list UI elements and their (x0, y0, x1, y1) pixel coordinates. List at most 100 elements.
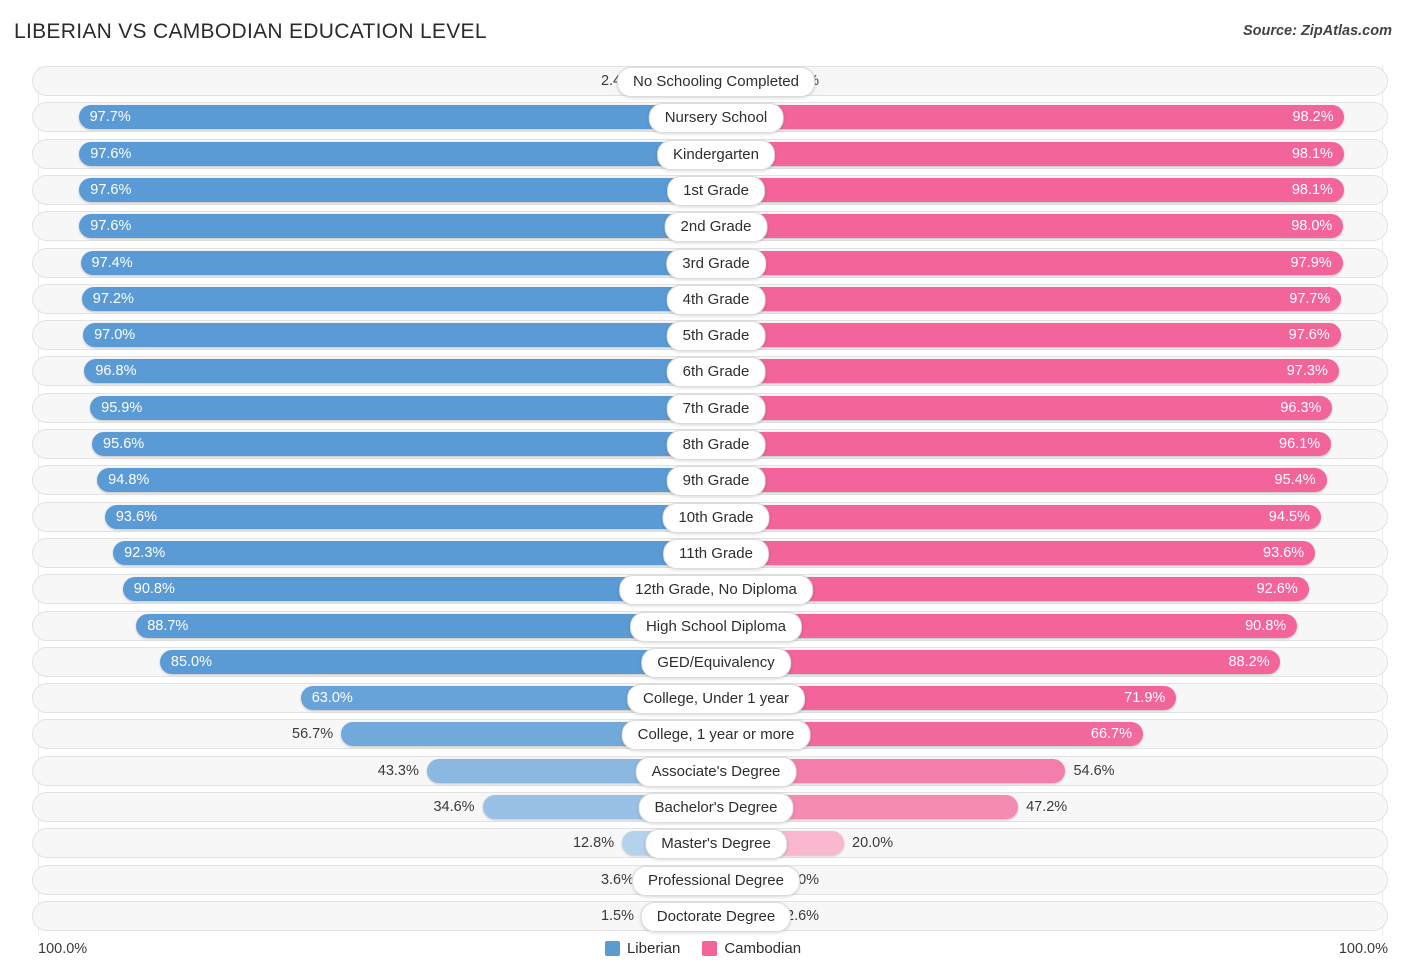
bar-liberian (160, 649, 704, 674)
value-label-liberian: 95.9% (101, 399, 143, 416)
chart-row: 1.5% 2.6% Doctorate Degree (32, 900, 1388, 932)
category-label: 9th Grade (666, 466, 766, 497)
chart-row: 95.6% 96.1% 8th Grade (32, 429, 1388, 460)
bar-cambodian (716, 432, 1332, 456)
bar-cambodian (716, 323, 1341, 348)
chart-row: 97.6% 98.1% 1st Grade (32, 174, 1388, 206)
value-label-cambodian: 98.1% (1291, 145, 1333, 162)
value-label-cambodian: 98.0% (1291, 218, 1333, 235)
bar-liberian (104, 504, 704, 529)
value-label-cambodian: 2.6% (786, 907, 820, 924)
bar-cambodian (716, 141, 1344, 166)
bar-cambodian (716, 286, 1342, 311)
bar-cambodian (716, 468, 1327, 493)
value-label-liberian: 92.3% (124, 544, 166, 561)
bar-cambodian (716, 649, 1281, 674)
bar-liberian (81, 286, 704, 311)
value-label-cambodian: 90.8% (1245, 617, 1287, 634)
value-label-cambodian: 93.6% (1263, 544, 1305, 561)
bar-cambodian (716, 214, 1344, 239)
chart-row: 12.8% 20.0% Master's Degree (32, 828, 1388, 860)
value-label-liberian: 90.8% (133, 581, 175, 598)
category-label: Master's Degree (645, 829, 787, 860)
legend-item-liberian[interactable]: Liberian (604, 940, 681, 957)
chart-row: 90.8% 92.6% 12th Grade, No Diploma (32, 574, 1388, 606)
chart-row: 92.3% 93.6% 11th Grade (32, 537, 1388, 569)
value-label-liberian: 96.8% (95, 363, 137, 380)
bar-liberian (84, 359, 704, 384)
bar-liberian (78, 105, 704, 130)
bar-liberian (79, 141, 704, 166)
category-label: 8th Grade (666, 430, 766, 460)
legend-label: Liberian (626, 940, 681, 957)
value-label-cambodian: 47.2% (1026, 799, 1068, 815)
bar-liberian (80, 250, 704, 275)
page-title: LIBERIAN VS CAMBODIAN EDUCATION LEVEL (14, 20, 487, 43)
value-label-cambodian: 98.1% (1291, 181, 1333, 198)
chart-row: 97.6% 98.1% Kindergarten (32, 138, 1388, 170)
bar-liberian (83, 323, 704, 348)
legend-label: Cambodian (724, 940, 802, 957)
chart-row: 97.7% 98.2% Nursery School (32, 102, 1388, 134)
value-label-cambodian: 97.3% (1286, 363, 1328, 380)
bar-cambodian (716, 177, 1344, 202)
value-label-liberian: 97.7% (89, 109, 131, 126)
bar-cambodian (716, 613, 1298, 638)
category-label: 11th Grade (663, 538, 769, 569)
legend-swatch-icon (604, 941, 620, 956)
value-label-cambodian: 97.6% (1288, 327, 1330, 344)
value-label-cambodian: 54.6% (1073, 762, 1115, 779)
chart-row: 56.7% 66.7% College, 1 year or more (32, 719, 1388, 751)
value-label-liberian: 97.2% (92, 290, 134, 307)
bar-liberian (136, 613, 704, 638)
bar-liberian (79, 214, 704, 239)
legend-item-cambodian[interactable]: Cambodian (702, 940, 801, 957)
value-label-cambodian: 96.3% (1280, 399, 1322, 416)
value-label-liberian: 85.0% (170, 653, 212, 670)
category-label: Kindergarten (657, 139, 775, 170)
category-label: 2nd Grade (664, 212, 768, 243)
value-label-cambodian: 95.4% (1274, 472, 1316, 489)
bar-liberian (122, 577, 704, 602)
chart-row: 3.6% 6.0% Professional Degree (32, 864, 1388, 896)
value-label-cambodian: 96.1% (1279, 436, 1321, 452)
category-label: Associate's Degree (635, 756, 797, 787)
bar-liberian (92, 432, 704, 456)
value-label-liberian: 97.6% (90, 181, 132, 198)
value-label-cambodian: 88.2% (1228, 653, 1270, 670)
chart-row: 34.6% 47.2% Bachelor's Degree (32, 792, 1388, 823)
category-label: 12th Grade, No Diploma (619, 575, 813, 606)
source-attribution: Source: ZipAtlas.com (1242, 23, 1392, 39)
chart-legend: Liberian Cambodian (0, 940, 1406, 957)
category-label: College, Under 1 year (627, 684, 805, 715)
category-label: Doctorate Degree (640, 901, 792, 932)
chart-row: 88.7% 90.8% High School Diploma (32, 610, 1388, 642)
value-label-liberian: 3.6% (600, 871, 634, 888)
value-label-liberian: 56.7% (292, 726, 334, 743)
category-label: Bachelor's Degree (638, 793, 794, 823)
chart-root: LIBERIAN VS CAMBODIAN EDUCATION LEVEL So… (0, 0, 1406, 975)
bar-cambodian (716, 504, 1321, 529)
value-label-liberian: 97.6% (90, 218, 132, 235)
chart-row: 97.2% 97.7% 4th Grade (32, 283, 1388, 315)
bar-liberian (90, 395, 704, 420)
chart-plot-area: 2.4%1.9%No Schooling Completed 97.7% 98.2%… (32, 66, 1388, 936)
bar-cambodian (716, 395, 1333, 420)
bar-cambodian (716, 359, 1339, 384)
value-label-cambodian: 97.9% (1290, 254, 1332, 271)
value-label-liberian: 97.0% (94, 327, 136, 344)
value-label-liberian: 94.8% (108, 472, 150, 489)
category-label: College, 1 year or more (621, 720, 811, 751)
category-label: 7th Grade (666, 393, 766, 424)
chart-row: 96.8% 97.3% 6th Grade (32, 356, 1388, 388)
value-label-cambodian: 94.5% (1268, 508, 1310, 525)
category-label: 10th Grade (662, 502, 770, 533)
value-label-liberian: 95.6% (103, 436, 145, 452)
chart-row: 93.6% 94.5% 10th Grade (32, 501, 1388, 533)
bar-liberian (79, 177, 704, 202)
value-label-cambodian: 20.0% (852, 835, 894, 852)
chart-row: 94.8% 95.4% 9th Grade (32, 465, 1388, 497)
chart-row: 2.4%1.9%No Schooling Completed (32, 66, 1388, 97)
value-label-liberian: 93.6% (115, 508, 157, 525)
bar-cambodian (716, 105, 1345, 130)
